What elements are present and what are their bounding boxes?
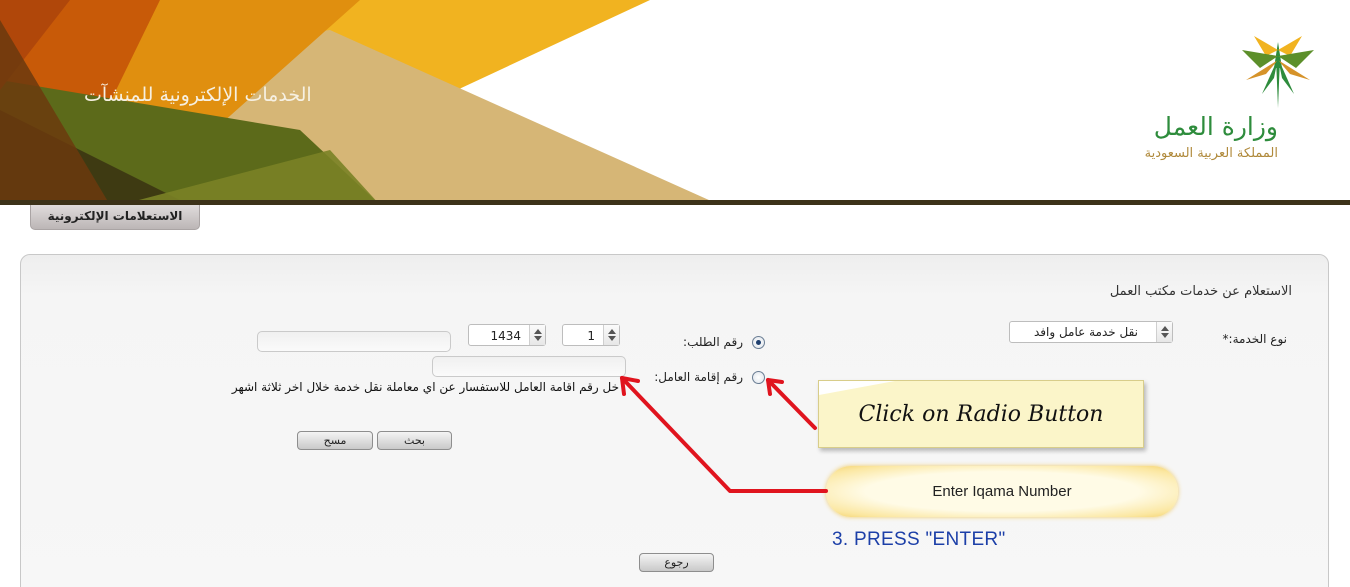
annotation-arrows	[620, 376, 828, 493]
page: الخدمات الإلكترونية للمنشآت وزارة العمل …	[0, 0, 1350, 587]
arrow-icon	[766, 378, 817, 430]
arrow-icon	[620, 376, 828, 493]
